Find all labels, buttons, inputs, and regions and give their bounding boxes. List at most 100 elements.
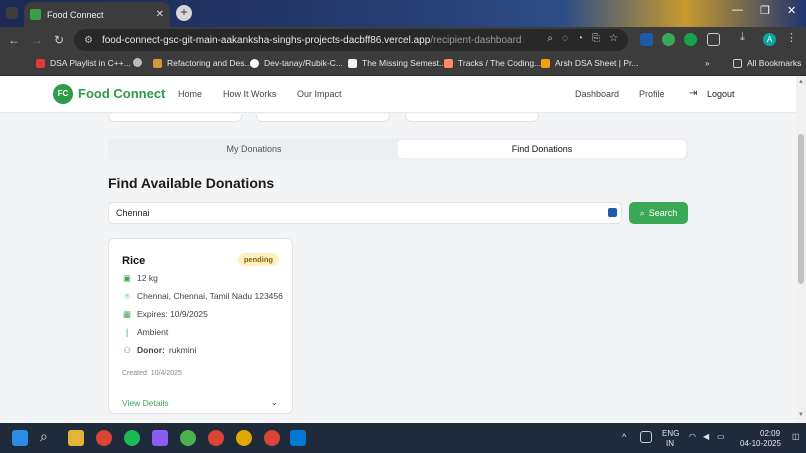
nav-home[interactable]: Home <box>178 89 202 99</box>
more-bookmarks-icon[interactable]: » <box>705 58 710 68</box>
chevron-down-icon[interactable]: ⌄ <box>270 397 278 408</box>
profile-avatar[interactable]: A <box>763 33 776 46</box>
extensions-puzzle-icon[interactable] <box>707 33 720 46</box>
chrome-profile-icon[interactable] <box>264 430 280 446</box>
storage-value: Ambient <box>137 327 169 337</box>
donor-row: ⚇ Donor: rukmini <box>122 345 197 356</box>
battery-icon[interactable]: ▭ <box>717 432 725 441</box>
spotify-icon[interactable] <box>124 430 140 446</box>
windows-taskbar: ⌕ ^ ENG IN ◠ ◀ ▭ 02:09 04-10-2025 ◫ <box>0 423 806 453</box>
minimize-icon[interactable]: — <box>732 4 743 16</box>
share-icon[interactable]: ⎘ <box>592 33 600 44</box>
tab-my-donations[interactable]: My Donations <box>110 140 398 158</box>
thermometer-icon: ❘ <box>123 326 131 337</box>
zoom-icon[interactable]: ⌕ <box>547 33 553 44</box>
nav-profile[interactable]: Profile <box>639 89 665 99</box>
close-window-icon[interactable]: ✕ <box>787 4 796 17</box>
vscode-icon[interactable] <box>290 430 306 446</box>
nav-our-impact[interactable]: Our Impact <box>297 89 342 99</box>
donor-label: Donor: <box>137 345 165 355</box>
refactoring-icon <box>153 58 162 68</box>
bookmark-star-icon[interactable]: ☆ <box>609 33 618 44</box>
address-bar[interactable]: ⚙ food-connect-gsc-git-main-aakanksha-si… <box>74 29 628 51</box>
chevron-up-icon[interactable]: ^ <box>622 432 626 442</box>
search-button[interactable]: ⌕ Search <box>629 202 688 224</box>
bookmark-item[interactable]: Refactoring and Des... <box>153 58 252 68</box>
coding-tracks-icon <box>444 58 453 68</box>
site-info-icon[interactable]: ⚙ <box>84 35 93 46</box>
clock-date[interactable]: 04-10-2025 <box>740 439 781 448</box>
chrome-icon[interactable] <box>96 430 112 446</box>
extension-icon[interactable] <box>684 33 697 46</box>
search-icon[interactable]: ⌕ <box>40 428 56 444</box>
bookmark-item[interactable]: The Missing Semest... <box>348 58 446 68</box>
chrome-profile-icon[interactable] <box>180 430 196 446</box>
bookmarks-bar: DSA Playlist in C++... Refactoring and D… <box>0 54 806 76</box>
url-path: /recipient-dashboard <box>430 34 522 46</box>
chrome-profile-icon[interactable] <box>236 430 252 446</box>
site-header: FC Food Connect Home How It Works Our Im… <box>0 76 796 113</box>
search-input[interactable]: Chennai <box>108 202 622 224</box>
forward-icon[interactable]: → <box>31 33 43 47</box>
bookmark-item[interactable]: Arsh DSA Sheet | Pr... <box>541 58 638 68</box>
language[interactable]: ENG <box>662 429 679 438</box>
missing-semester-icon <box>348 58 357 68</box>
copilot-icon[interactable] <box>152 430 168 446</box>
logout-icon[interactable]: ⇥ <box>689 88 697 99</box>
notification-icon[interactable]: ◫ <box>792 432 800 441</box>
region[interactable]: IN <box>666 439 674 448</box>
folder-icon <box>733 58 742 68</box>
back-icon[interactable]: ← <box>8 33 20 47</box>
donor-name: rukmini <box>168 345 197 355</box>
scroll-down-icon[interactable]: ▼ <box>798 412 804 418</box>
tray-app-icon[interactable] <box>640 431 652 443</box>
performance-icon[interactable]: ◔ <box>577 33 583 44</box>
storage-row: ❘ Ambient <box>122 326 169 338</box>
browser-tab[interactable]: Food Connect ✕ <box>24 2 170 27</box>
bookmark-item[interactable] <box>133 58 147 67</box>
extension-icon[interactable] <box>662 33 675 46</box>
reload-icon[interactable]: ↻ <box>54 33 64 47</box>
new-tab-button[interactable]: + <box>176 5 192 21</box>
nav-dashboard[interactable]: Dashboard <box>575 89 619 99</box>
donation-card: Rice pending ▣ 12 kg ⌾ Chennai, Chennai,… <box>108 238 293 414</box>
url-host: food-connect-gsc-git-main-aakanksha-sing… <box>101 34 431 46</box>
stat-card <box>405 114 539 122</box>
logout-button[interactable]: Logout <box>707 89 735 99</box>
search-value: Chennai <box>116 208 150 218</box>
maximize-icon[interactable]: ❐ <box>760 4 770 17</box>
chrome-profile-icon[interactable] <box>208 430 224 446</box>
close-tab-icon[interactable]: ✕ <box>156 9 164 20</box>
volume-icon[interactable]: ◀ <box>703 432 709 441</box>
menu-icon[interactable]: ⋮ <box>786 31 799 44</box>
web-page: FC Food Connect Home How It Works Our Im… <box>0 76 796 423</box>
logo-text[interactable]: Food Connect <box>78 86 165 101</box>
clock-time[interactable]: 02:09 <box>760 429 780 438</box>
tab-title: Food Connect <box>47 9 104 20</box>
quantity-row: ▣ 12 kg <box>122 273 158 284</box>
page-scrollbar[interactable]: ▲ ▼ <box>796 76 806 423</box>
search-button-label: Search <box>648 208 678 218</box>
logo-badge[interactable]: FC <box>53 84 73 104</box>
eye-off-icon[interactable]: ◌ <box>562 33 568 44</box>
all-bookmarks[interactable]: All Bookmarks <box>733 58 801 68</box>
tab-search-button[interactable] <box>6 7 18 19</box>
file-explorer-icon[interactable] <box>68 430 84 446</box>
scroll-up-icon[interactable]: ▲ <box>798 79 804 85</box>
tab-find-donations[interactable]: Find Donations <box>398 140 686 158</box>
globe-icon <box>133 58 142 67</box>
download-icon[interactable]: ⤓ <box>740 31 753 44</box>
view-details-link[interactable]: View Details <box>122 398 169 408</box>
bookmark-item[interactable]: Dev-tanay/Rubik-C... <box>250 58 343 68</box>
windows-start-icon[interactable] <box>12 430 28 446</box>
bookmark-item[interactable]: Tracks / The Coding... <box>444 58 541 68</box>
expiry-value: Expires: 10/9/2025 <box>137 309 208 319</box>
nav-how-it-works[interactable]: How It Works <box>223 89 276 99</box>
extension-icon[interactable] <box>640 33 653 46</box>
status-badge: pending <box>237 253 279 266</box>
scrollbar-thumb[interactable] <box>798 134 804 284</box>
bookmark-item[interactable]: DSA Playlist in C++... <box>36 58 131 68</box>
wifi-icon[interactable]: ◠ <box>689 432 696 441</box>
extension-field-icon[interactable] <box>608 208 617 217</box>
expiry-row: ▦ Expires: 10/9/2025 <box>122 309 208 320</box>
